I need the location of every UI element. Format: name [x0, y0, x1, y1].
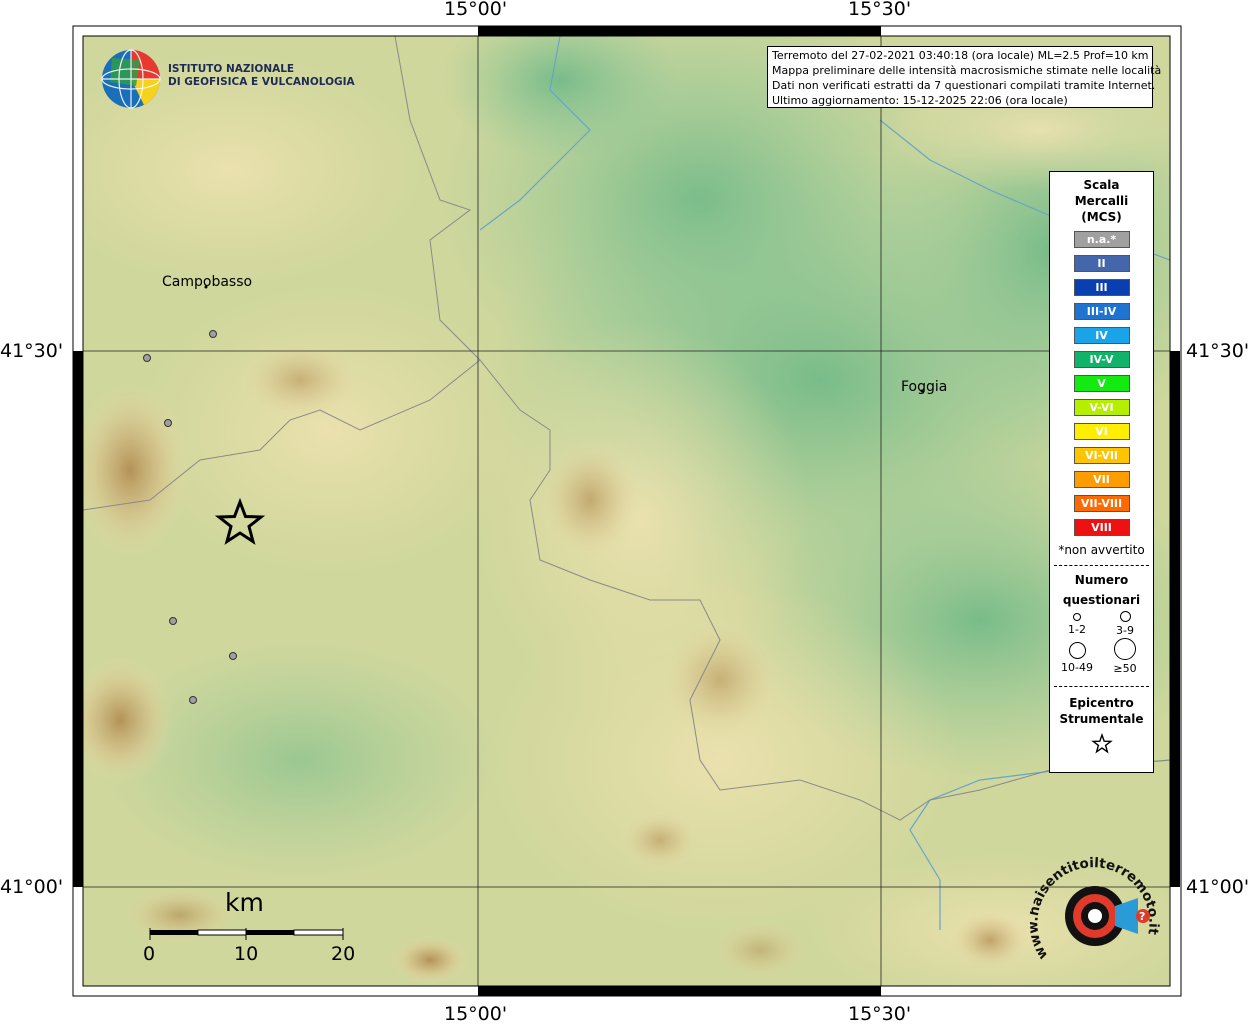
intensity-swatches: n.a.* II III III-IV IV IV-V V V-VI VI VI-VII VII VI… — [1050, 231, 1153, 536]
logo-line-1: ISTITUTO NAZIONALE — [168, 63, 295, 75]
city-label-campobasso: Campobasso — [162, 274, 253, 290]
observation-dot — [164, 419, 172, 427]
legend-panel: Scala Mercalli (MCS) n.a.* II III III-IV IV I… — [1049, 171, 1154, 773]
scale-unit: km — [225, 888, 264, 917]
axis-left-label: 41°30' — [0, 340, 64, 362]
ingv-globe-icon — [101, 49, 161, 109]
epicenter-legend-star-icon — [1090, 732, 1113, 754]
legend-title-2: Mercalli — [1074, 194, 1129, 208]
observation-dot — [143, 354, 151, 362]
legend-swatch: VII-VIII — [1073, 495, 1130, 512]
size-circle-icon — [1119, 611, 1131, 622]
legend-swatch: V — [1073, 375, 1130, 392]
questionari-sizes: 1-2 3-9 10-49 ≥50 — [1050, 610, 1153, 680]
axis-right-label: 41°00' — [1186, 876, 1250, 898]
legend-swatch: V-VI — [1073, 399, 1130, 416]
legend-swatch: VIII — [1073, 519, 1130, 536]
scale-tick: 10 — [234, 943, 259, 965]
size-item: ≥50 — [1105, 638, 1145, 675]
observation-dot — [229, 652, 237, 660]
size-label: 10-49 — [1061, 661, 1093, 674]
event-info-line-2: Mappa preliminare delle intensità macros… — [772, 64, 1162, 77]
questionari-title-1: Numero — [1074, 573, 1129, 587]
legend-swatch: III — [1073, 279, 1130, 296]
event-info-line-4: Ultimo aggiornamento: 15-12-2025 22:06 (… — [772, 94, 1068, 107]
event-info-line-1: Terremoto del 27-02-2021 03:40:18 (ora l… — [772, 49, 1149, 62]
legend-divider — [1054, 565, 1149, 566]
scale-tick: 0 — [143, 943, 156, 965]
epicentro-title-2: Strumentale — [1059, 712, 1144, 726]
legend-swatch: IV — [1073, 327, 1130, 344]
legend-divider — [1054, 686, 1149, 687]
questionari-title-2: questionari — [1062, 593, 1141, 607]
legend-title-1: Scala — [1083, 178, 1120, 192]
size-circle-icon — [1073, 613, 1081, 621]
legend-swatch: n.a.* — [1073, 231, 1130, 248]
scale-tick: 20 — [331, 943, 356, 965]
size-item: 3-9 — [1105, 611, 1145, 637]
legend-swatch: VI — [1073, 423, 1130, 440]
axis-right-label: 41°30' — [1186, 340, 1250, 362]
size-label: 3-9 — [1116, 624, 1134, 637]
legend-note: *non avvertito — [1058, 543, 1145, 557]
axis-left-label: 41°00' — [0, 876, 64, 898]
legend-swatch: VI-VII — [1073, 447, 1130, 464]
axis-bottom-label: 15°00' — [444, 1003, 508, 1025]
svg-text:?: ? — [1139, 910, 1145, 923]
legend-swatch: IV-V — [1073, 351, 1130, 368]
size-item: 10-49 — [1057, 642, 1097, 674]
size-label: ≥50 — [1113, 662, 1137, 675]
city-label-foggia: Foggia — [901, 379, 948, 395]
axis-top-label: 15°00' — [444, 0, 508, 20]
size-label: 1-2 — [1068, 623, 1086, 636]
ingv-logo: ISTITUTO NAZIONALE DI GEOFISICA E VULCAN… — [100, 46, 355, 110]
event-info-line-3: Dati non verificati estratti da 7 questi… — [772, 79, 1156, 92]
epicentro-title-1: Epicentro — [1069, 696, 1134, 710]
size-circle-icon — [1068, 642, 1086, 659]
legend-swatch: III-IV — [1073, 303, 1130, 320]
legend-title-3: (MCS) — [1081, 210, 1122, 224]
questionari-title: Numero questionari — [1050, 570, 1153, 610]
observation-dot — [209, 330, 217, 338]
axis-bottom-label: 15°30' — [848, 1003, 912, 1025]
size-circle-icon — [1114, 638, 1136, 660]
axis-top-label: 15°30' — [848, 0, 912, 20]
haisentito-logo: www.haisentitoilterremoto.it ? — [1030, 855, 1160, 962]
event-info-box: Terremoto del 27-02-2021 03:40:18 (ora l… — [767, 46, 1162, 108]
legend-swatch: II — [1073, 255, 1130, 272]
size-item: 1-2 — [1057, 613, 1097, 636]
observation-dot — [169, 617, 177, 625]
logo-line-2: DI GEOFISICA E VULCANOLOGIA — [168, 76, 355, 88]
legend-swatch: VII — [1073, 471, 1130, 488]
observation-dot — [189, 696, 197, 704]
